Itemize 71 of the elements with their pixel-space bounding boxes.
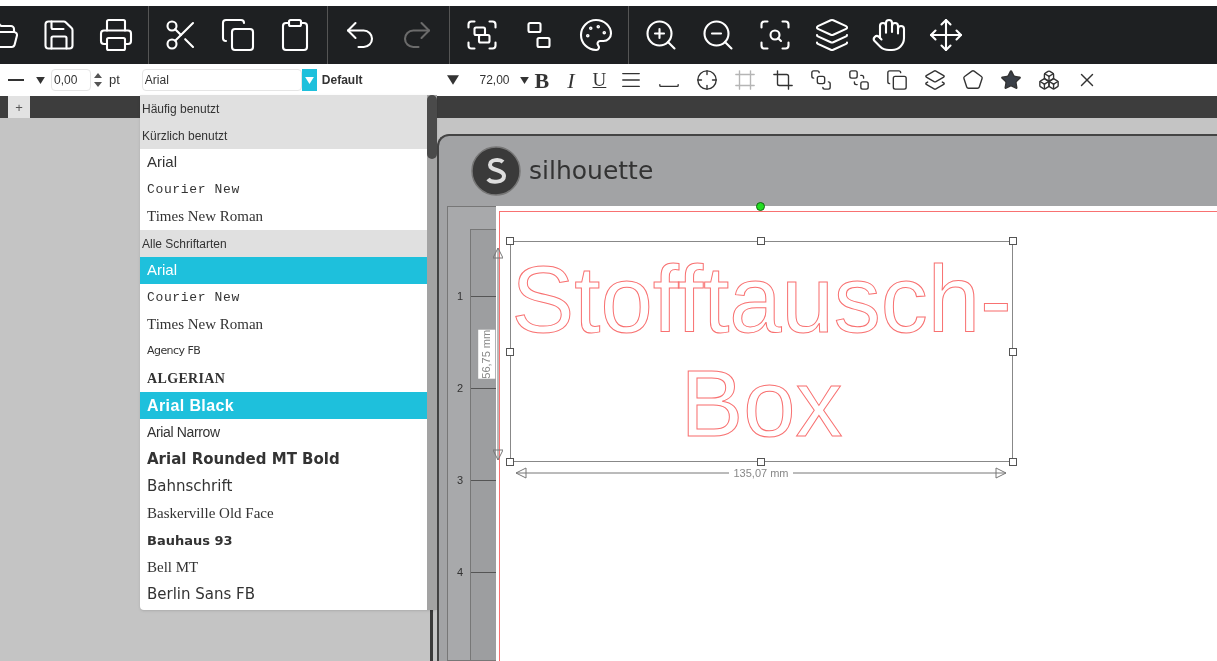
- copy-icon[interactable]: [220, 17, 256, 53]
- ruler-label: 3: [457, 475, 464, 486]
- scrollbar[interactable]: [427, 95, 437, 610]
- font-option[interactable]: Courier New: [140, 284, 427, 311]
- font-option[interactable]: ALGERIAN: [140, 365, 427, 392]
- font-style-label[interactable]: Default: [321, 71, 363, 89]
- menu-section-header: Kürzlich benutzt: [140, 122, 427, 149]
- resize-handle[interactable]: [1009, 237, 1017, 245]
- hand-icon[interactable]: [871, 17, 907, 53]
- font-option[interactable]: Arial Narrow: [140, 419, 427, 446]
- underline-button[interactable]: U: [592, 65, 607, 95]
- unit-label: pt: [109, 71, 120, 90]
- caret-icon: [304, 76, 314, 84]
- font-field[interactable]: Arial: [141, 69, 302, 91]
- boxes-icon[interactable]: [1038, 69, 1061, 91]
- bold-button[interactable]: B: [534, 63, 550, 97]
- font-option[interactable]: Bell MT: [140, 554, 427, 581]
- italic-button[interactable]: I: [567, 63, 575, 97]
- resize-handle[interactable]: [506, 458, 514, 466]
- resize-handle[interactable]: [506, 348, 514, 356]
- save-icon[interactable]: [41, 17, 77, 53]
- line-width-field[interactable]: 0,00: [51, 69, 91, 91]
- group-icon[interactable]: [464, 17, 500, 53]
- dropdown-arrow-icon[interactable]: [519, 76, 529, 84]
- stacked-squares-icon[interactable]: [886, 69, 909, 91]
- bring-front-icon[interactable]: [810, 69, 833, 91]
- star-icon[interactable]: [1000, 69, 1023, 91]
- resize-handle[interactable]: [506, 237, 514, 245]
- layers-icon[interactable]: [924, 69, 947, 91]
- font-option[interactable]: Arial: [140, 149, 427, 176]
- ruler-label: 4: [457, 567, 464, 578]
- crop-icon[interactable]: [772, 69, 795, 91]
- font-option[interactable]: Courier New: [140, 176, 427, 203]
- font-option[interactable]: Times New Roman: [140, 203, 427, 230]
- menu-section-header: Alle Schriftarten: [140, 230, 427, 257]
- ruler-label: 1: [457, 291, 464, 302]
- resize-handle[interactable]: [757, 458, 765, 466]
- resize-handle[interactable]: [1009, 348, 1017, 356]
- palette-icon[interactable]: [578, 17, 614, 53]
- printer-icon[interactable]: [98, 17, 134, 53]
- font-option[interactable]: Arial Rounded MT Bold: [140, 446, 427, 473]
- resize-handle[interactable]: [1009, 458, 1017, 466]
- font-option[interactable]: Times New Roman: [140, 311, 427, 338]
- font-option[interactable]: Agency FB: [140, 338, 427, 365]
- crosshair-icon[interactable]: [696, 69, 719, 91]
- font-option[interactable]: Berlin Sans FB: [140, 581, 427, 608]
- send-back-icon[interactable]: [848, 69, 871, 91]
- font-option[interactable]: Bauhaus 93: [140, 527, 427, 554]
- outlined-text: Box: [680, 352, 843, 456]
- font-option[interactable]: Baskerville Old Face: [140, 500, 427, 527]
- logo-icon: [471, 146, 521, 196]
- layers-icon[interactable]: [814, 17, 850, 53]
- add-tab-button[interactable]: +: [8, 96, 30, 118]
- dropdown-arrow-icon[interactable]: [36, 76, 45, 84]
- dropdown-arrow-icon[interactable]: [446, 75, 459, 85]
- move-icon[interactable]: [928, 17, 964, 53]
- spinner-icon[interactable]: [94, 73, 102, 87]
- zoom-in-icon[interactable]: [643, 17, 679, 53]
- rotate-handle[interactable]: [756, 202, 765, 211]
- zoom-area-icon[interactable]: [757, 17, 793, 53]
- zoom-out-icon[interactable]: [700, 17, 736, 53]
- outlined-text: Stofftausch-: [511, 248, 1012, 352]
- width-label: 135,07 mm: [729, 467, 793, 479]
- ruler-label: 2: [457, 383, 464, 394]
- menu-section-header: Häufig benutzt: [140, 95, 427, 122]
- font-size-value[interactable]: 72,00: [479, 71, 510, 89]
- resize-handle[interactable]: [757, 237, 765, 245]
- pentagon-icon[interactable]: [962, 69, 985, 91]
- font-option[interactable]: Bahnschrift: [140, 473, 427, 500]
- height-label: 56,75 mm: [478, 329, 495, 379]
- brand-name: silhouette: [529, 155, 654, 188]
